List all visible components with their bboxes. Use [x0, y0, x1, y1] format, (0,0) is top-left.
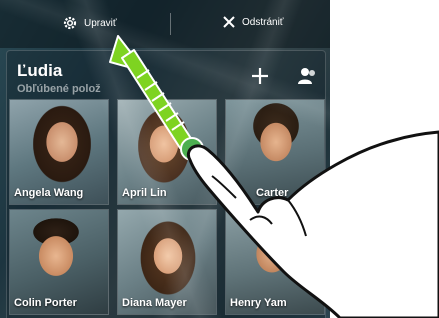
toolbar-divider [170, 13, 171, 35]
edit-label: Upraviť [84, 17, 117, 29]
contact-name: April Lin [122, 187, 167, 199]
add-person-icon [297, 68, 317, 89]
contact-tile[interactable]: April Lin [117, 99, 217, 205]
plus-icon [251, 68, 269, 89]
people-widget: Ľudia Obľúbené polož Angela Wang April L… [6, 50, 326, 318]
contact-name: Diana Mayer [122, 297, 187, 309]
action-bar: Upraviť Odstrániť [0, 0, 330, 48]
contact-name: Henry Yam [230, 297, 287, 309]
contact-tile[interactable]: Carter [225, 99, 325, 205]
widget-title: Ľudia [17, 61, 63, 80]
add-contact-button[interactable] [251, 67, 269, 90]
gear-icon [62, 15, 78, 31]
contact-tile[interactable]: Henry Yam [225, 209, 325, 315]
remove-label: Odstrániť [242, 16, 284, 28]
contact-name: Colin Porter [14, 297, 77, 309]
remove-button[interactable]: Odstrániť [222, 15, 284, 29]
phone-screen: Upraviť Odstrániť Ľudia Obľúbené polož A… [0, 0, 330, 318]
contact-tile[interactable]: Diana Mayer [117, 209, 217, 315]
close-icon [222, 15, 236, 29]
contact-tile[interactable]: Angela Wang [9, 99, 109, 205]
contact-name: Angela Wang [14, 187, 84, 199]
contact-name: Carter [256, 187, 289, 199]
groups-button[interactable] [297, 67, 317, 90]
edit-button[interactable]: Upraviť [62, 15, 117, 31]
contact-tile[interactable]: Colin Porter [9, 209, 109, 315]
widget-subtitle: Obľúbené polož [17, 83, 101, 95]
